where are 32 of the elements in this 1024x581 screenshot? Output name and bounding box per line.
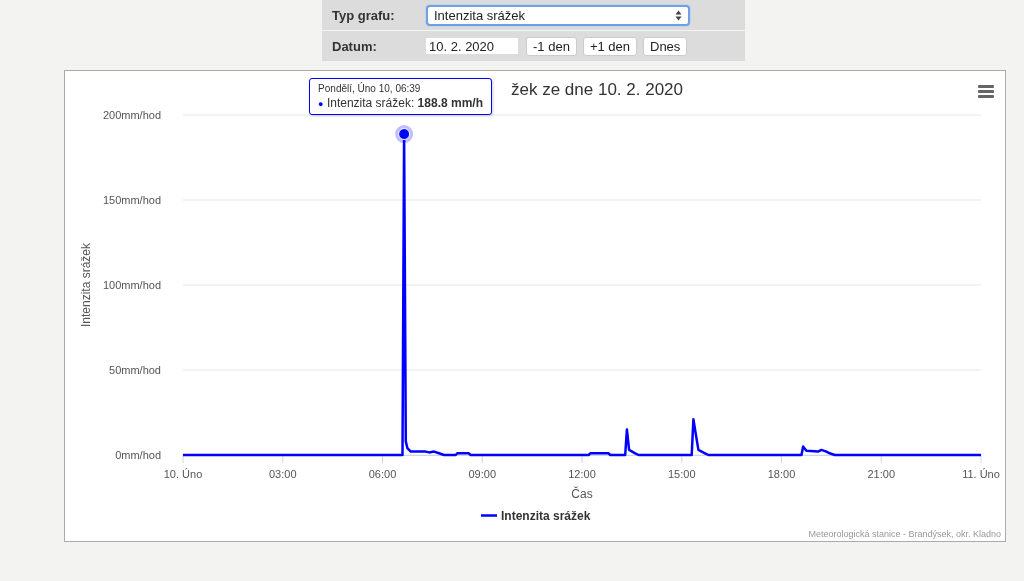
x-axis-label: 09:00: [468, 468, 496, 480]
stepper-icon: [675, 9, 682, 21]
menu-icon[interactable]: [978, 85, 994, 98]
field-label: Datum:: [332, 38, 378, 54]
chart-type-select[interactable]: Intenzita srážek: [426, 4, 690, 26]
y-axis-label: 200mm/hod: [102, 109, 161, 121]
x-axis-label: 18:00: [767, 468, 796, 480]
x-axis-label: 03:00: [269, 468, 297, 480]
y-axis-label: 150mm/hod: [102, 194, 161, 206]
legend-item[interactable]: Intenzita srážek: [481, 509, 591, 523]
date-field[interactable]: 10. 2. 2020: [426, 38, 518, 54]
x-axis-label: 21:00: [867, 468, 895, 480]
x-axis-label: 15:00: [668, 468, 696, 480]
series-dot-icon: ●: [318, 99, 324, 109]
day-button[interactable]: Dnes: [643, 36, 688, 56]
chart-title: žek ze dne 10. 2. 2020: [511, 80, 684, 99]
y-axis-label: 50mm/hod: [109, 364, 161, 376]
tooltip-header: Pondělí, Úno 10, 06:39: [318, 83, 422, 94]
point-marker: [395, 125, 414, 144]
x-axis-label: 06:00: [368, 468, 397, 480]
x-axis-label: 12:00: [568, 468, 596, 480]
x-axis-label: 10. Úno: [163, 468, 203, 480]
x-axis-label: 11. Úno: [962, 468, 1000, 480]
field-label: Typ grafu:: [332, 7, 396, 23]
y-axis-title: Intenzita srážek: [79, 243, 93, 327]
day-button[interactable]: -1 den: [526, 36, 577, 56]
y-axis-label: 100mm/hod: [102, 279, 161, 291]
legend-label: Intenzita srážek: [501, 509, 591, 523]
x-axis-title: Čas: [571, 487, 593, 501]
day-button[interactable]: +1 den: [582, 36, 637, 56]
y-axis-label: 0mm/hod: [115, 449, 161, 461]
tooltip-value: Intenzita srážek: 188.8 mm/h: [326, 96, 483, 110]
